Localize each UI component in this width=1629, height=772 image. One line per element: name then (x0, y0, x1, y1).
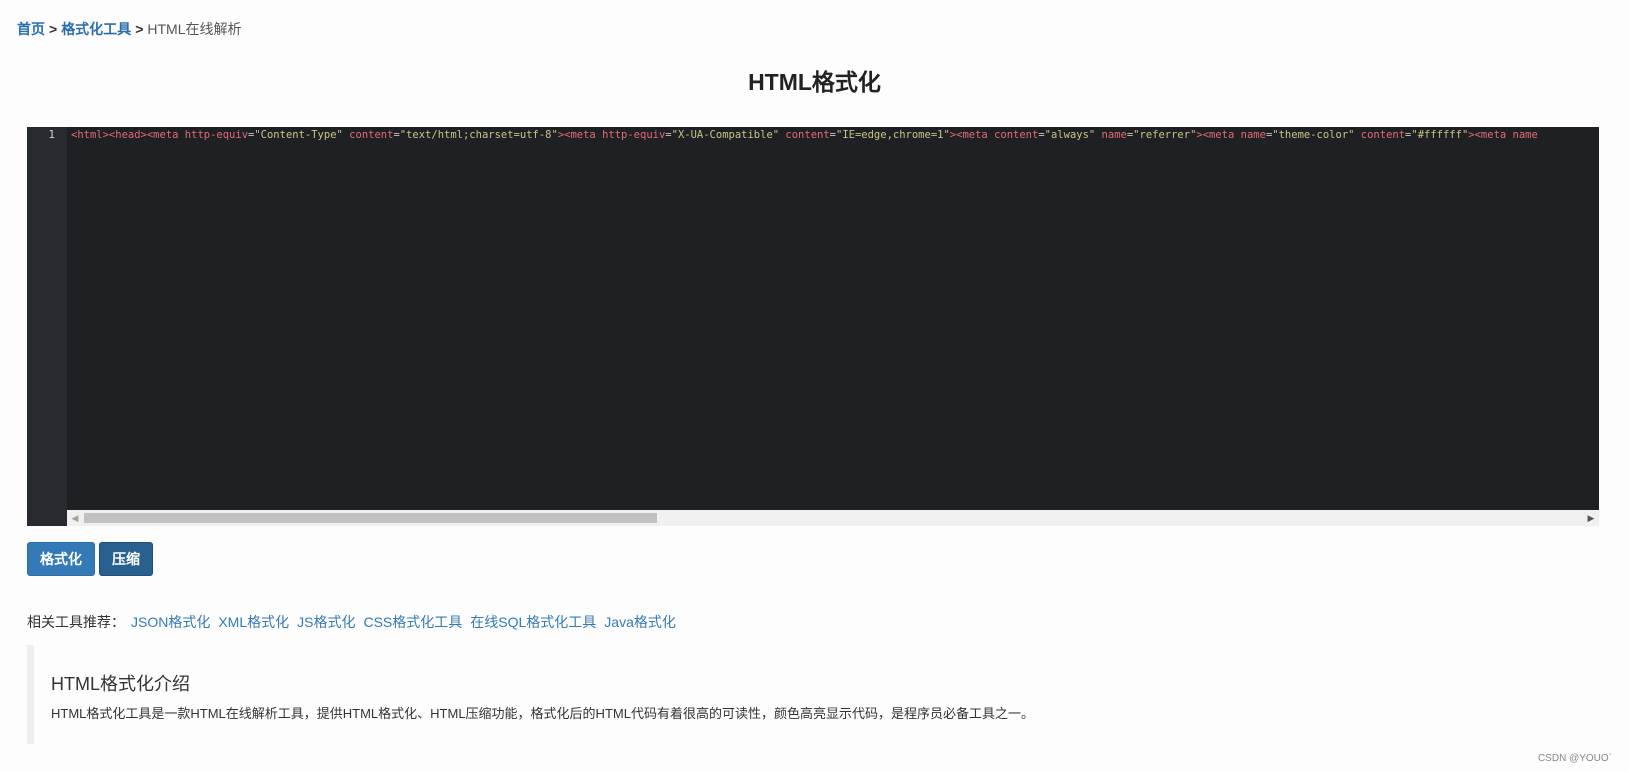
compress-button[interactable]: 压缩 (99, 542, 153, 576)
code-token: content (342, 129, 394, 141)
code-token: "X-UA-Compatible" (671, 129, 780, 141)
related-tools-label: 相关工具推荐： (27, 614, 125, 630)
scroll-left-arrow-icon[interactable]: ◀ (67, 510, 83, 526)
code-token: ><meta (557, 129, 603, 141)
breadcrumb-current: HTML在线解析 (147, 21, 242, 37)
related-link-java[interactable]: Java格式化 (604, 614, 676, 630)
code-token: "IE=edge,chrome=1" (836, 129, 950, 141)
related-tools: 相关工具推荐： JSON格式化 XML格式化 JS格式化 CSS格式化工具 在线SQL格式… (27, 612, 676, 632)
code-token: "theme-color" (1272, 129, 1355, 141)
scrollbar-thumb[interactable] (84, 513, 657, 523)
code-token: name (1240, 129, 1266, 141)
code-token: name (1095, 129, 1127, 141)
breadcrumb-separator: > (135, 21, 144, 37)
related-link-js[interactable]: JS格式化 (297, 614, 355, 630)
intro-body: HTML格式化工具是一款HTML在线解析工具，提供HTML格式化、HTML压缩功… (51, 706, 1034, 721)
related-link-sql[interactable]: 在线SQL格式化工具 (470, 614, 596, 630)
code-token: <html><head><meta (71, 129, 185, 141)
code-token: ><meta (1196, 129, 1241, 141)
line-number: 1 (48, 128, 55, 141)
page-title: HTML格式化 (748, 69, 881, 95)
code-token: content (994, 129, 1039, 141)
code-token: "text/html;charset=utf-8" (399, 129, 558, 141)
code-token: "#ffffff" (1411, 129, 1469, 141)
code-token: http-equiv (184, 129, 249, 141)
related-link-css[interactable]: CSS格式化工具 (363, 614, 462, 630)
breadcrumb-section-link[interactable]: 格式化工具 (61, 21, 131, 37)
code-editor[interactable]: 1 <html><head><meta http-equiv="Content-… (27, 127, 1599, 526)
code-token: content (1354, 129, 1406, 141)
scroll-right-arrow-icon[interactable]: ▶ (1583, 510, 1599, 526)
related-link-xml[interactable]: XML格式化 (218, 614, 289, 630)
code-token: ><meta name (1468, 129, 1538, 141)
format-button[interactable]: 格式化 (27, 542, 95, 576)
code-token: http-equiv (602, 129, 666, 141)
code-token: "referrer" (1133, 129, 1197, 141)
horizontal-scrollbar[interactable]: ◀ ▶ (67, 510, 1599, 526)
editor-gutter: 1 (27, 127, 67, 526)
breadcrumb: 首页 > 格式化工具 > HTML在线解析 (17, 19, 242, 39)
code-token: "always" (1044, 129, 1096, 141)
breadcrumb-separator: > (49, 21, 58, 37)
code-token: ><meta (949, 129, 995, 141)
intro-panel: HTML格式化介绍 HTML格式化工具是一款HTML在线解析工具，提供HTML格… (27, 645, 1599, 744)
related-link-json[interactable]: JSON格式化 (131, 614, 210, 630)
breadcrumb-home-link[interactable]: 首页 (17, 21, 45, 37)
code-token: "Content-Type" (254, 129, 343, 141)
watermark: CSDN @YOUO` (1537, 753, 1612, 764)
code-line[interactable]: <html><head><meta http-equiv="Content-Ty… (71, 127, 1599, 143)
code-token: content (779, 129, 830, 141)
intro-heading: HTML格式化介绍 (51, 674, 190, 694)
